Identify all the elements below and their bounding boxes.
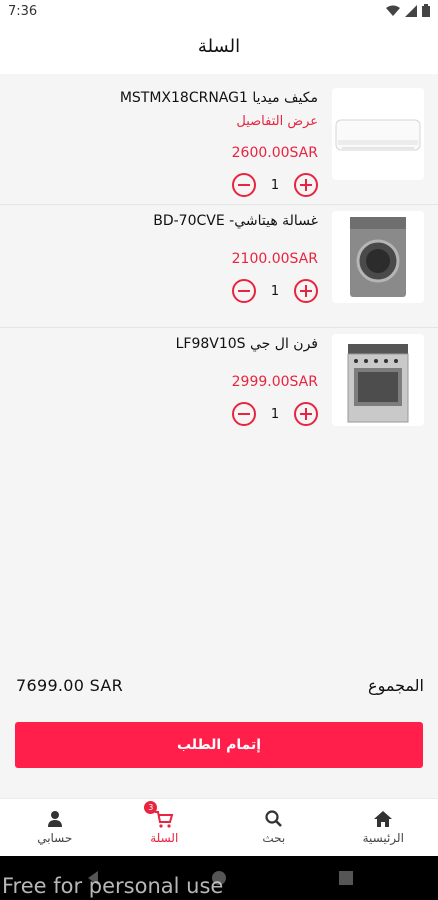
app-bar: السلة bbox=[0, 24, 438, 74]
minus-icon bbox=[238, 184, 250, 186]
item-price: 2999.00SAR bbox=[231, 374, 318, 390]
cart-list: مكيف ميديا MSTMX18CRNAG1 عرض التفاصيل 26… bbox=[0, 82, 438, 451]
status-time: 7:36 bbox=[8, 4, 38, 19]
minus-icon bbox=[238, 290, 250, 292]
increase-quantity-button[interactable] bbox=[294, 279, 318, 303]
decrease-quantity-button[interactable] bbox=[232, 279, 256, 303]
view-details-link[interactable]: عرض التفاصيل bbox=[236, 114, 318, 129]
status-icons bbox=[386, 4, 430, 17]
item-price: 2600.00SAR bbox=[231, 145, 318, 161]
home-icon bbox=[374, 811, 393, 827]
decrease-quantity-button[interactable] bbox=[232, 173, 256, 197]
quantity-value: 1 bbox=[270, 177, 280, 193]
cellular-signal-icon bbox=[405, 4, 417, 17]
cart-item: فرن ال جي LF98V10S 2999.00SAR 1 bbox=[0, 328, 438, 451]
nav-item-home[interactable]: الرئيسية bbox=[329, 799, 438, 856]
item-price: 2100.00SAR bbox=[231, 251, 318, 267]
item-name: مكيف ميديا MSTMX18CRNAG1 bbox=[119, 90, 318, 106]
nav-item-account[interactable]: حسابي bbox=[0, 799, 110, 856]
air-conditioner-image bbox=[332, 88, 424, 180]
quantity-stepper: 1 bbox=[232, 279, 318, 303]
item-name: فرن ال جي LF98V10S bbox=[175, 336, 318, 352]
quantity-stepper: 1 bbox=[232, 402, 318, 426]
nav-label: بحث bbox=[262, 831, 286, 845]
quantity-value: 1 bbox=[270, 406, 280, 422]
nav-item-cart[interactable]: 3 السلة bbox=[110, 799, 220, 856]
bottom-nav: حسابي 3 السلة بحث الرئيسية bbox=[0, 798, 438, 856]
nav-label: السلة bbox=[150, 831, 179, 845]
person-icon bbox=[47, 811, 62, 827]
increase-quantity-button[interactable] bbox=[294, 173, 318, 197]
total-amount: 7699.00 SAR bbox=[16, 676, 124, 695]
gas-oven-image bbox=[332, 334, 424, 426]
page-title: السلة bbox=[197, 36, 241, 57]
watermark: Free for personal use bbox=[2, 874, 224, 898]
quantity-stepper: 1 bbox=[232, 173, 318, 197]
cart-icon bbox=[155, 811, 174, 828]
cart-item: مكيف ميديا MSTMX18CRNAG1 عرض التفاصيل 26… bbox=[0, 82, 438, 205]
decrease-quantity-button[interactable] bbox=[232, 402, 256, 426]
washing-machine-image bbox=[332, 211, 424, 303]
total-row: 7699.00 SAR المجموع bbox=[0, 674, 438, 700]
quantity-value: 1 bbox=[270, 283, 280, 299]
item-name: غسالة هيتاشي- BD-70CVE bbox=[153, 213, 318, 229]
nav-item-search[interactable]: بحث bbox=[219, 799, 329, 856]
recents-icon[interactable] bbox=[339, 871, 353, 885]
search-icon bbox=[265, 810, 282, 827]
checkout-button[interactable]: إتمام الطلب bbox=[15, 722, 423, 768]
increase-quantity-button[interactable] bbox=[294, 402, 318, 426]
nav-label: الرئيسية bbox=[362, 831, 404, 845]
total-label: المجموع bbox=[368, 676, 424, 695]
cart-item: غسالة هيتاشي- BD-70CVE 2100.00SAR 1 bbox=[0, 205, 438, 328]
minus-icon bbox=[238, 413, 250, 415]
wifi-icon bbox=[386, 5, 400, 16]
nav-label: حسابي bbox=[37, 831, 73, 845]
battery-icon bbox=[422, 4, 430, 17]
status-bar: 7:36 bbox=[0, 0, 438, 24]
